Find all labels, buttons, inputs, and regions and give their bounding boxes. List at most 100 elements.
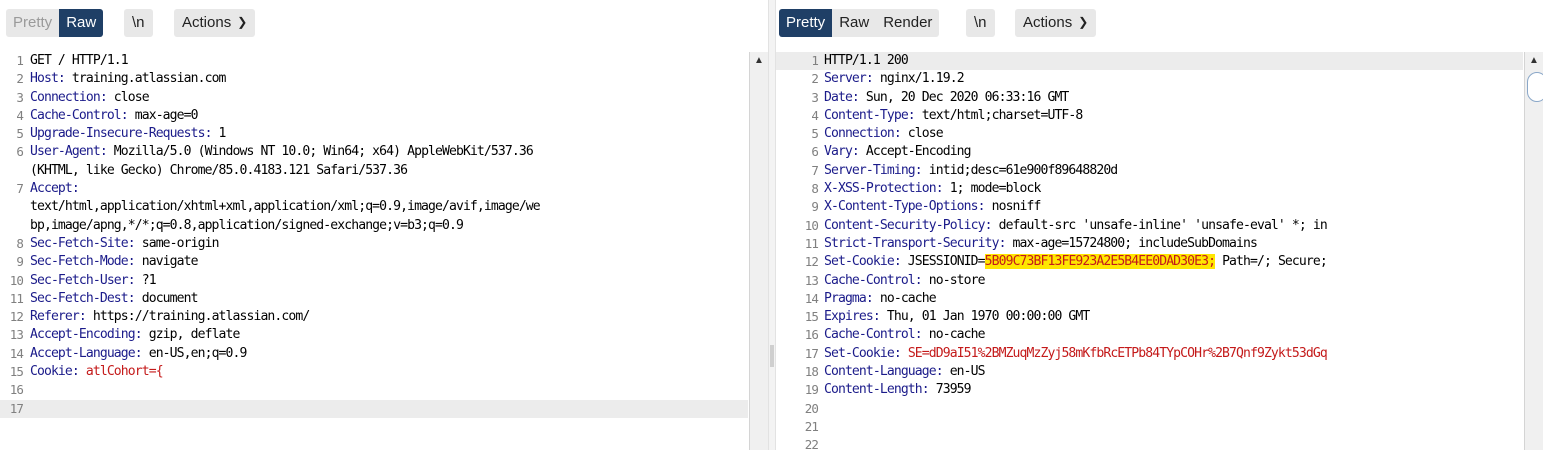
code-line[interactable]: (KHTML, like Gecko) Chrome/85.0.4183.121… xyxy=(0,162,748,180)
line-content: HTTP/1.1 200 xyxy=(824,52,909,70)
code-line[interactable]: 10 Sec-Fetch-User: ?1 xyxy=(0,272,748,290)
header-name: Connection: xyxy=(30,89,108,105)
line-content: GET / HTTP/1.1 xyxy=(30,52,129,70)
line-text: gzip, deflate xyxy=(141,327,241,343)
response-scrollbar[interactable]: ▲ xyxy=(1524,52,1543,450)
header-name: Content-Type: xyxy=(824,107,916,123)
line-number: 12 xyxy=(9,309,24,325)
code-line[interactable]: 8 X-XSS-Protection: 1; mode=block xyxy=(776,180,1523,198)
request-actions-menu[interactable]: Actions ❯ xyxy=(174,9,256,37)
line-text: default-src 'unsafe-inline' 'unsafe-eval… xyxy=(991,217,1328,233)
code-line[interactable]: 15 Cookie: atlCohort={ xyxy=(0,363,748,381)
code-line[interactable]: 4 Cache-Control: max-age=0 xyxy=(0,107,748,125)
response-actions-menu[interactable]: Actions ❯ xyxy=(1015,9,1097,37)
response-pretty-tab[interactable]: Pretty xyxy=(779,9,833,37)
line-text: Mozilla/5.0 (Windows NT 10.0; Win64; x64… xyxy=(106,144,534,160)
code-line[interactable]: 15 Expires: Thu, 01 Jan 1970 00:00:00 GMT xyxy=(776,308,1523,326)
code-line[interactable]: 14 Pragma: no-cache xyxy=(776,290,1523,308)
line-number: 7 xyxy=(16,181,24,197)
line-content: text/html,application/xhtml+xml,applicat… xyxy=(30,198,541,216)
line-content: Sec-Fetch-User: ?1 xyxy=(30,272,157,290)
code-line[interactable]: 4 Content-Type: text/html;charset=UTF-8 xyxy=(776,107,1523,125)
header-name: Cache-Control: xyxy=(824,272,923,288)
line-content: (KHTML, like Gecko) Chrome/85.0.4183.121… xyxy=(30,162,408,180)
request-raw-tab[interactable]: Raw xyxy=(59,9,104,37)
line-content: Cache-Control: no-cache xyxy=(824,326,986,344)
header-name: Vary: xyxy=(824,144,860,160)
code-line[interactable]: 11 Strict-Transport-Security: max-age=157… xyxy=(776,235,1523,253)
code-line[interactable]: text/html,application/xhtml+xml,applicat… xyxy=(0,198,748,216)
request-editor[interactable]: 1 GET / HTTP/1.1 2 Host: training.atlassian… xyxy=(0,52,748,450)
code-line[interactable]: 22 xyxy=(776,436,1523,450)
code-line[interactable]: 5 Connection: close xyxy=(776,125,1523,143)
line-text: 73959 xyxy=(928,382,972,398)
line-text: document xyxy=(134,290,199,306)
header-name: Strict-Transport-Security: xyxy=(824,235,1006,251)
code-line[interactable]: 10 Content-Security-Policy: default-src '… xyxy=(776,217,1523,235)
code-line[interactable]: 14 Accept-Language: en-US,en;q=0.9 xyxy=(0,345,748,363)
code-line[interactable]: 6 Vary: Accept-Encoding xyxy=(776,143,1523,161)
code-line[interactable]: 2 Host: training.atlassian.com xyxy=(0,70,748,88)
code-line[interactable]: 9 X-Content-Type-Options: nosniff xyxy=(776,198,1523,216)
response-editor[interactable]: 1 HTTP/1.1 200 2 Server: nginx/1.19.2 3 Date:… xyxy=(776,52,1523,450)
code-line[interactable]: 16 xyxy=(0,381,748,399)
line-number: 16 xyxy=(9,382,24,398)
code-line[interactable]: 21 xyxy=(776,418,1523,436)
header-name: Content-Security-Policy: xyxy=(824,217,993,233)
code-line[interactable]: 7 Accept: xyxy=(0,180,748,198)
line-number: 16 xyxy=(804,327,819,343)
response-raw-tab[interactable]: Raw xyxy=(832,9,877,37)
request-scrollbar[interactable]: ▲ xyxy=(749,52,768,450)
line-number: 15 xyxy=(9,364,24,380)
line-text: bp,image/apng,*/*;q=0.8,application/sign… xyxy=(30,217,464,233)
line-content: Cookie: atlCohort={ xyxy=(30,363,164,381)
line-text: Sun, 20 Dec 2020 06:33:16 GMT xyxy=(858,89,1069,105)
code-line[interactable]: bp,image/apng,*/*;q=0.8,application/sign… xyxy=(0,217,748,235)
line-content: Server-Timing: intid;desc=61e900f8964882… xyxy=(824,162,1118,180)
code-line[interactable]: 1 GET / HTTP/1.1 xyxy=(0,52,748,70)
code-line[interactable]: 18 Content-Language: en-US xyxy=(776,363,1523,381)
code-line[interactable]: 1 HTTP/1.1 200 xyxy=(776,52,1523,71)
code-line[interactable]: 19 Content-Length: 73959 xyxy=(776,381,1523,399)
header-name: User-Agent: xyxy=(30,144,108,160)
scroll-thumb[interactable] xyxy=(1527,72,1543,102)
code-line[interactable]: 13 Cache-Control: no-store xyxy=(776,272,1523,290)
code-line[interactable]: 3 Connection: close xyxy=(0,89,748,107)
code-line[interactable]: 11 Sec-Fetch-Dest: document xyxy=(0,290,748,308)
code-line[interactable]: 2 Server: nginx/1.19.2 xyxy=(776,70,1523,88)
splitter-grip[interactable] xyxy=(770,345,774,367)
line-text: nginx/1.19.2 xyxy=(872,71,965,87)
line-text: Accept-Encoding xyxy=(858,144,972,160)
line-number: 22 xyxy=(804,437,819,450)
code-line[interactable]: 5 Upgrade-Insecure-Requests: 1 xyxy=(0,125,748,143)
code-line[interactable]: 3 Date: Sun, 20 Dec 2020 06:33:16 GMT xyxy=(776,89,1523,107)
scroll-up-icon[interactable]: ▲ xyxy=(750,52,768,70)
code-line[interactable]: 6 User-Agent: Mozilla/5.0 (Windows NT 10.… xyxy=(0,143,748,161)
pane-splitter[interactable] xyxy=(768,0,776,450)
line-content: X-Content-Type-Options: nosniff xyxy=(824,198,1041,216)
line-text: JSESSIONID= xyxy=(900,254,986,270)
scroll-up-icon[interactable]: ▲ xyxy=(1525,52,1543,70)
response-toolbar: Pretty Raw Render \n Actions ❯ xyxy=(776,0,1543,46)
code-line[interactable]: 16 Cache-Control: no-cache xyxy=(776,326,1523,344)
request-pretty-tab[interactable]: Pretty xyxy=(6,9,60,37)
line-number: 21 xyxy=(804,418,819,434)
code-line[interactable]: 17 xyxy=(0,399,748,418)
line-number: 3 xyxy=(16,89,24,105)
line-content: Accept: xyxy=(30,180,80,198)
code-line[interactable]: 8 Sec-Fetch-Site: same-origin xyxy=(0,235,748,253)
header-name: Date: xyxy=(824,89,860,105)
code-line[interactable]: 17 Set-Cookie: SE=dD9aI51%2BMZuqMzZyj58mK… xyxy=(776,345,1523,363)
code-line[interactable]: 12 Set-Cookie: JSESSIONID=5B09C73BF13FE92… xyxy=(776,253,1523,271)
response-newline-toggle[interactable]: \n xyxy=(966,9,995,37)
code-line[interactable]: 12 Referer: https://training.atlassian.co… xyxy=(0,308,748,326)
response-render-tab[interactable]: Render xyxy=(876,9,940,37)
response-pane: Pretty Raw Render \n Actions ❯ 1 HTTP/1.1 … xyxy=(776,0,1543,450)
code-line[interactable]: 20 xyxy=(776,400,1523,418)
code-line[interactable]: 13 Accept-Encoding: gzip, deflate xyxy=(0,326,748,344)
line-number: 10 xyxy=(9,272,24,288)
request-newline-toggle[interactable]: \n xyxy=(124,9,153,37)
code-line[interactable]: 7 Server-Timing: intid;desc=61e900f896488… xyxy=(776,162,1523,180)
code-line[interactable]: 9 Sec-Fetch-Mode: navigate xyxy=(0,253,748,271)
line-text: max-age=0 xyxy=(127,107,199,123)
